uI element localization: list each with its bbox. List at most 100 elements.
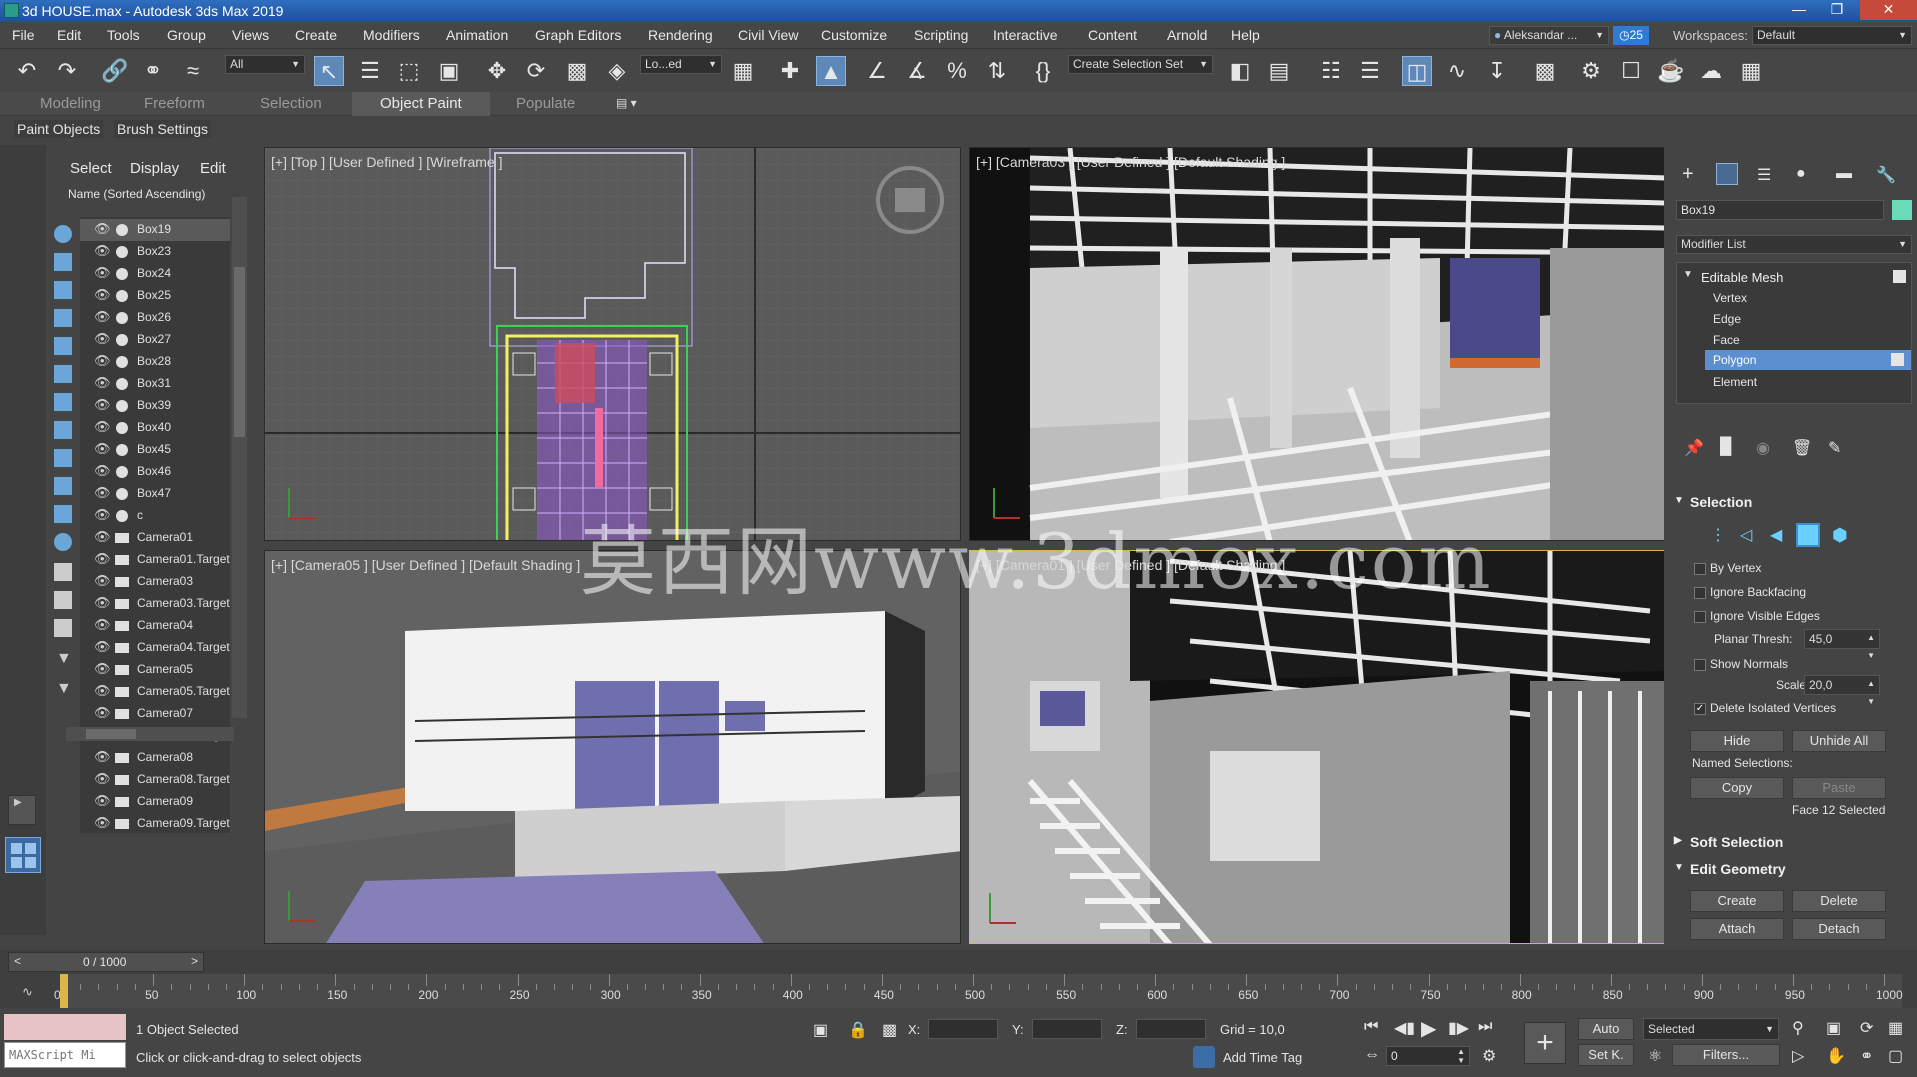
explorer-row[interactable]: 👁 Camera04 [80, 615, 230, 637]
layout-tab-icon[interactable] [5, 837, 41, 873]
display-space-warps-icon[interactable] [54, 365, 72, 383]
explorer-vertical-scrollbar[interactable] [232, 197, 247, 718]
explorer-row[interactable]: 👁 Camera04.Target [80, 637, 230, 659]
reference-coordinate-dropdown[interactable]: Lo...ed ▼ [640, 55, 722, 74]
close-icon[interactable]: ✕ [1860, 0, 1917, 20]
explorer-tab-edit[interactable]: Edit [200, 160, 226, 177]
align-icon[interactable]: ▤ [1264, 56, 1294, 86]
maximize-viewport-icon[interactable]: ▢ [1888, 1046, 1903, 1066]
time-slider[interactable]: < 0 / 1000 > [8, 952, 204, 972]
explorer-row[interactable]: 👁 Camera09.Target [80, 813, 230, 833]
visibility-eye-icon[interactable]: 👁 [94, 419, 111, 435]
show-normals-checkbox[interactable] [1694, 659, 1706, 671]
pivot-center-icon[interactable]: ▦ [728, 56, 758, 86]
face-level-icon[interactable]: ◀ [1770, 525, 1782, 545]
tab-modeling[interactable]: Modeling [40, 95, 101, 112]
explorer-row[interactable]: 👁 Box46 [80, 461, 230, 483]
render-shortcuts-icon[interactable]: ▦ [1736, 56, 1766, 86]
window-crossing-icon[interactable]: ▣ [434, 56, 464, 86]
explorer-row[interactable]: 👁 Box27 [80, 329, 230, 351]
selection-rollout-header[interactable]: ▼ Selection [1668, 491, 1913, 515]
explorer-row[interactable]: 👁 Box24 [80, 263, 230, 285]
key-filter-dropdown[interactable]: Selected ▼ [1643, 1018, 1779, 1040]
stack-item-vertex[interactable]: Vertex [1713, 291, 1747, 305]
select-manipulate-icon[interactable]: ✚ [775, 56, 805, 86]
display-xrefs-icon[interactable] [54, 421, 72, 439]
stack-item-polygon[interactable]: Polygon [1705, 350, 1911, 370]
explorer-row[interactable]: 👁 c [80, 505, 230, 527]
menu-civil-view[interactable]: Civil View [738, 27, 798, 43]
visibility-eye-icon[interactable]: 👁 [94, 595, 111, 611]
field-of-view-icon[interactable]: ▷ [1792, 1046, 1804, 1066]
visibility-eye-icon[interactable]: 👁 [94, 485, 111, 501]
y-coordinate-field[interactable] [1032, 1019, 1102, 1039]
display-frozen-icon[interactable] [54, 505, 72, 523]
viewport-camera03[interactable]: [+] [Camera03 ] [User Defined ] [Default… [969, 147, 1665, 541]
play-icon[interactable]: ▶ [1421, 1016, 1436, 1041]
element-level-icon[interactable]: ⬢ [1832, 525, 1848, 546]
auto-key-button[interactable]: Auto [1578, 1018, 1634, 1040]
maxscript-mini-listener[interactable]: MAXScript Mi [4, 1042, 126, 1068]
expand-arrow-icon[interactable]: ▶ [14, 797, 22, 808]
visibility-eye-icon[interactable]: 👁 [94, 793, 111, 809]
timeline-ruler[interactable]: 0 50 100 150 200 250 300 350 400 450 500 550 600 650 7… [54, 974, 1903, 1008]
visibility-eye-icon[interactable]: 👁 [94, 771, 111, 787]
edit-geometry-rollout-header[interactable]: ▼ Edit Geometry [1668, 858, 1913, 882]
hierarchy-tab-icon[interactable]: ☰ [1757, 165, 1771, 185]
slider-next-icon[interactable]: > [191, 954, 198, 968]
zoom-all-icon[interactable]: ▣ [1826, 1018, 1841, 1038]
object-name-field[interactable]: Box19 [1676, 200, 1884, 220]
curve-editor-icon[interactable]: ∿ [1442, 56, 1472, 86]
hide-button[interactable]: Hide [1690, 730, 1784, 752]
tab-object-paint[interactable]: Object Paint [352, 92, 490, 116]
visibility-eye-icon[interactable]: 👁 [94, 617, 111, 633]
create-button[interactable]: Create [1690, 890, 1784, 912]
remove-modifier-icon[interactable]: 🗑 [1792, 438, 1812, 458]
current-frame-field[interactable]: 0 ▲ ▼ [1386, 1046, 1470, 1066]
find-icon[interactable]: ▼ [56, 680, 72, 698]
go-to-start-icon[interactable]: ⏮ [1364, 1018, 1378, 1036]
menu-file[interactable]: File [12, 27, 35, 43]
explorer-row[interactable]: 👁 Camera09 [80, 791, 230, 813]
app-icon[interactable] [4, 3, 19, 18]
unhide-all-button[interactable]: Unhide All [1792, 730, 1886, 752]
make-unique-icon[interactable]: ◉ [1756, 438, 1770, 458]
visibility-eye-icon[interactable]: 👁 [94, 353, 111, 369]
edge-level-icon[interactable]: ◁ [1740, 525, 1752, 545]
render-setup-icon[interactable]: ⚙ [1576, 56, 1606, 86]
explorer-horizontal-scrollbar[interactable] [66, 727, 234, 741]
time-configuration-icon[interactable]: ⚙ [1482, 1046, 1496, 1066]
tab-populate[interactable]: Populate [516, 95, 575, 112]
planar-thresh-spinner[interactable]: 45,0 ▲ ▼ [1804, 629, 1880, 660]
zoom-icon[interactable]: ⚲ [1792, 1018, 1804, 1038]
absolute-mode-icon[interactable]: ▩ [882, 1020, 897, 1040]
maximize-icon[interactable]: ❐ [1820, 0, 1854, 20]
undo-icon[interactable]: ↶ [12, 56, 42, 86]
menu-customize[interactable]: Customize [821, 27, 887, 43]
utilities-tab-icon[interactable]: 🔧 [1876, 165, 1896, 185]
explorer-row[interactable]: 👁 Camera08.Target [80, 769, 230, 791]
select-object-icon[interactable]: ↖ [314, 56, 344, 86]
explorer-row[interactable]: 👁 Box23 [80, 241, 230, 263]
schematic-view-icon[interactable]: ↧ [1482, 56, 1512, 86]
explorer-row[interactable]: 👁 Box28 [80, 351, 230, 373]
visibility-eye-icon[interactable]: 👁 [94, 463, 111, 479]
explorer-row[interactable]: 👁 Box26 [80, 307, 230, 329]
account-dropdown[interactable]: ● Aleksandar ... ▼ [1489, 26, 1609, 45]
menu-create[interactable]: Create [295, 27, 337, 43]
explorer-row[interactable]: 👁 Camera05.Target [80, 681, 230, 703]
filters-button[interactable]: Filters... [1672, 1044, 1780, 1066]
visibility-eye-icon[interactable]: 👁 [94, 683, 111, 699]
ribbon-options-icon[interactable]: ▤ ▾ [616, 96, 637, 110]
visibility-eye-icon[interactable]: 👁 [94, 551, 111, 567]
minimize-icon[interactable]: — [1782, 0, 1816, 20]
notifications-badge[interactable]: ◷25 [1613, 26, 1649, 45]
menu-views[interactable]: Views [232, 27, 269, 43]
rectangular-selection-icon[interactable]: ⬚ [394, 56, 424, 86]
percent-snap-icon[interactable]: % [942, 56, 972, 86]
explorer-row[interactable]: 👁 Box39 [80, 395, 230, 417]
menu-modifiers[interactable]: Modifiers [363, 27, 420, 43]
orbit-subobject-icon[interactable]: ⚭ [1860, 1046, 1873, 1066]
stack-item-edge[interactable]: Edge [1713, 312, 1741, 326]
explorer-row[interactable]: 👁 Box45 [80, 439, 230, 461]
